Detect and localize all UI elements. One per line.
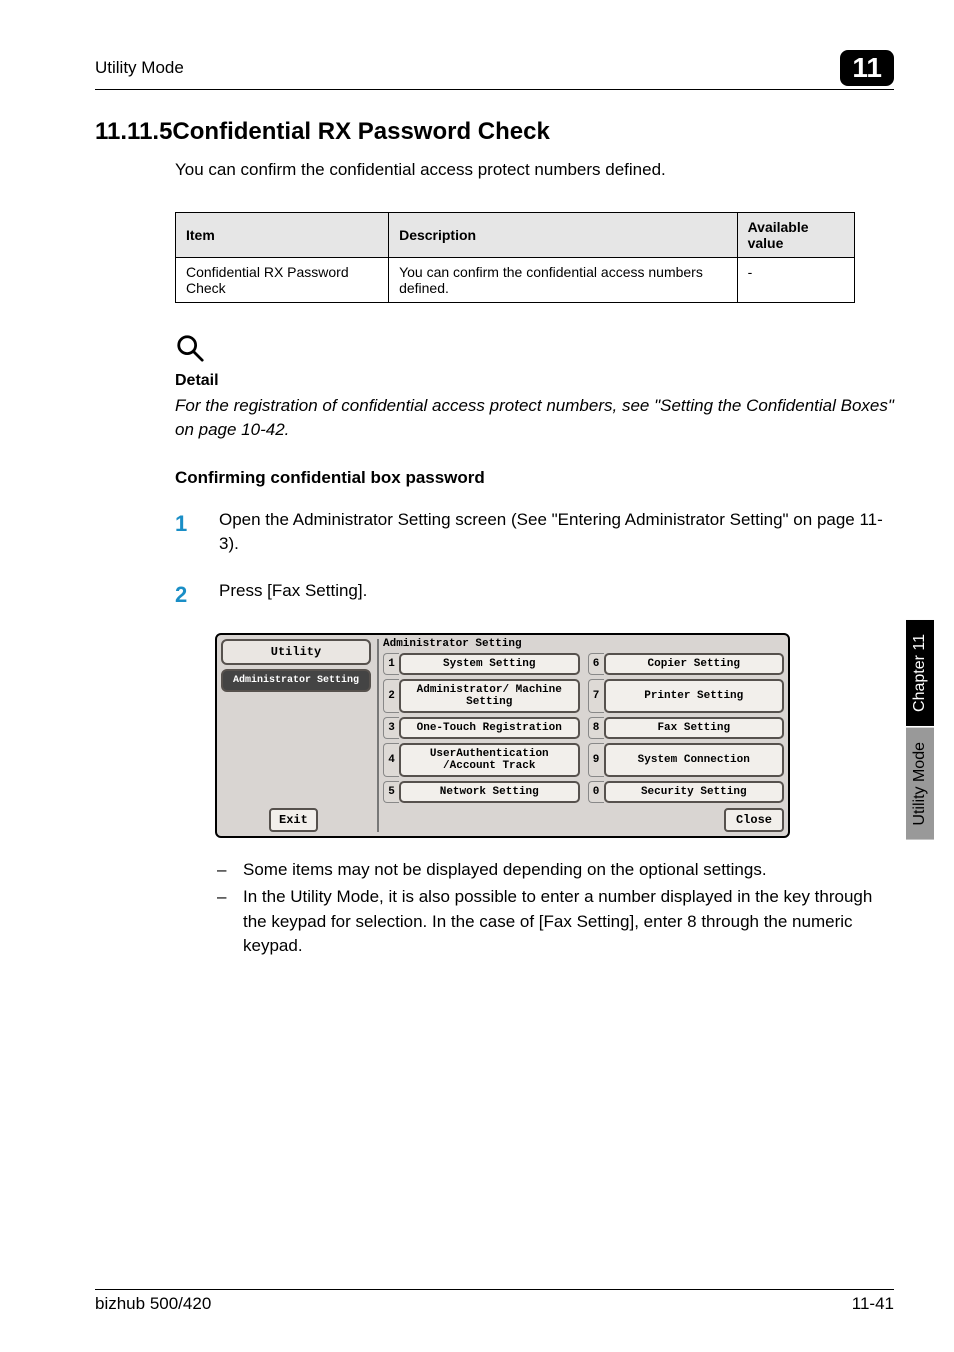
- menu-item-user-auth-account-track[interactable]: 4 UserAuthentication /Account Track: [383, 743, 580, 777]
- th-available: Available value: [737, 213, 854, 258]
- td-available: -: [737, 258, 854, 303]
- side-tab-chapter: Chapter 11: [906, 620, 934, 726]
- confirming-subheading: Confirming confidential box password: [175, 468, 894, 488]
- note-dash: –: [217, 858, 243, 883]
- td-description: You can confirm the confidential access …: [389, 258, 738, 303]
- footer-left: bizhub 500/420: [95, 1294, 211, 1314]
- section-intro: You can confirm the confidential access …: [175, 160, 894, 180]
- menu-num: 2: [383, 679, 399, 713]
- step-1-number: 1: [175, 508, 219, 557]
- magnifier-icon: [175, 333, 894, 368]
- utility-button[interactable]: Utility: [221, 639, 371, 665]
- table-row: Confidential RX Password Check You can c…: [176, 258, 855, 303]
- detail-heading: Detail: [175, 372, 894, 390]
- menu-num: 6: [588, 653, 604, 675]
- close-button[interactable]: Close: [724, 808, 784, 832]
- header-chapter-badge: 11: [840, 50, 894, 86]
- menu-item-network-setting[interactable]: 5 Network Setting: [383, 781, 580, 803]
- th-description: Description: [389, 213, 738, 258]
- touch-panel-screenshot: Utility Administrator Setting Exit Admin…: [215, 633, 790, 839]
- menu-label: Network Setting: [399, 781, 580, 803]
- menu-num: 8: [588, 717, 604, 739]
- description-table: Item Description Available value Confide…: [175, 212, 855, 303]
- menu-num: 7: [588, 679, 604, 713]
- menu-label: UserAuthentication /Account Track: [399, 743, 580, 777]
- menu-item-fax-setting[interactable]: 8 Fax Setting: [588, 717, 785, 739]
- menu-item-system-connection[interactable]: 9 System Connection: [588, 743, 785, 777]
- panel-heading: Administrator Setting: [383, 639, 784, 650]
- step-2-text: Press [Fax Setting].: [219, 579, 894, 611]
- note-1: Some items may not be displayed dependin…: [243, 858, 767, 883]
- menu-label: Administrator/ Machine Setting: [399, 679, 580, 713]
- menu-num: 9: [588, 743, 604, 777]
- td-item: Confidential RX Password Check: [176, 258, 389, 303]
- detail-text: For the registration of confidential acc…: [175, 394, 894, 442]
- side-tab-mode: Utility Mode: [906, 728, 934, 840]
- menu-num: 3: [383, 717, 399, 739]
- note-2: In the Utility Mode, it is also possible…: [243, 885, 894, 959]
- header-chapter-name: Utility Mode: [95, 58, 184, 78]
- menu-item-one-touch-registration[interactable]: 3 One-Touch Registration: [383, 717, 580, 739]
- menu-item-printer-setting[interactable]: 7 Printer Setting: [588, 679, 785, 713]
- menu-label: Printer Setting: [604, 679, 785, 713]
- menu-label: Fax Setting: [604, 717, 785, 739]
- menu-item-system-setting[interactable]: 1 System Setting: [383, 653, 580, 675]
- footer-right: 11-41: [852, 1294, 894, 1314]
- menu-item-copier-setting[interactable]: 6 Copier Setting: [588, 653, 785, 675]
- note-dash: –: [217, 885, 243, 959]
- section-title: 11.11.5Confidential RX Password Check: [95, 118, 894, 146]
- footer-rule: [95, 1289, 894, 1290]
- menu-num: 0: [588, 781, 604, 803]
- menu-label: Copier Setting: [604, 653, 785, 675]
- menu-label: System Setting: [399, 653, 580, 675]
- menu-num: 4: [383, 743, 399, 777]
- step-1-text: Open the Administrator Setting screen (S…: [219, 508, 894, 557]
- menu-num: 5: [383, 781, 399, 803]
- administrator-setting-button[interactable]: Administrator Setting: [221, 669, 371, 692]
- exit-button[interactable]: Exit: [269, 808, 318, 832]
- header-rule: [95, 89, 894, 90]
- th-item: Item: [176, 213, 389, 258]
- menu-label: Security Setting: [604, 781, 785, 803]
- menu-label: One-Touch Registration: [399, 717, 580, 739]
- step-2-number: 2: [175, 579, 219, 611]
- menu-num: 1: [383, 653, 399, 675]
- menu-label: System Connection: [604, 743, 785, 777]
- menu-item-admin-machine-setting[interactable]: 2 Administrator/ Machine Setting: [383, 679, 580, 713]
- menu-item-security-setting[interactable]: 0 Security Setting: [588, 781, 785, 803]
